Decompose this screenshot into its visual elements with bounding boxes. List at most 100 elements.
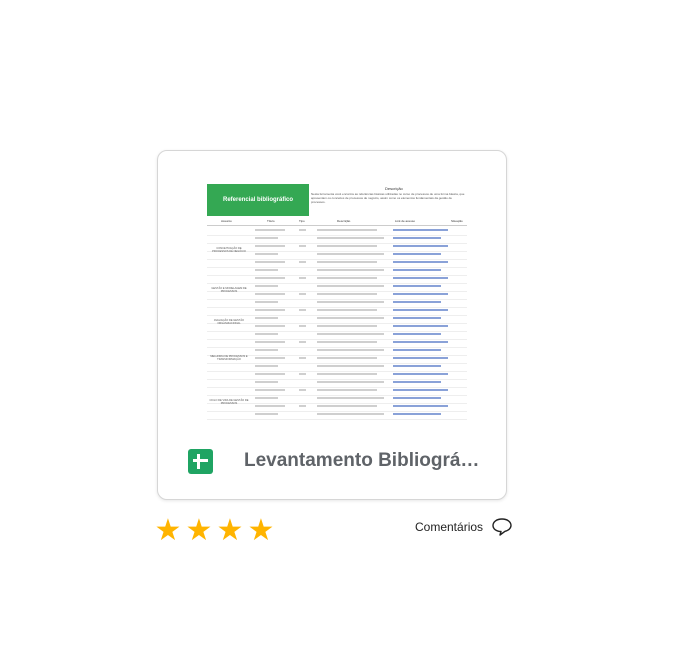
comments-label[interactable]: Comentários xyxy=(415,520,483,534)
sheet-cell-line xyxy=(393,253,441,255)
sheet-cell-line xyxy=(393,285,441,287)
sheet-cell-line xyxy=(299,357,306,359)
category-label: MELHORIA DE PROCESSOS E TRANSFORMAÇÃO xyxy=(210,355,248,361)
sheet-cell-line xyxy=(255,333,278,335)
sheet-cell-line xyxy=(393,237,441,239)
sheet-title-cell: Referencial bibliográfico xyxy=(207,184,309,216)
column-header: Assunto xyxy=(221,219,232,223)
sheet-cell-line xyxy=(299,261,306,263)
sheet-cell-line xyxy=(393,405,448,407)
star-filled-icon[interactable]: ★ xyxy=(246,516,276,546)
sheet-cell-line xyxy=(255,237,278,239)
sheet-cell-line xyxy=(255,397,278,399)
sheet-row-line xyxy=(207,371,467,380)
sheet-cell-line xyxy=(255,277,285,279)
sheet-cell-line xyxy=(393,397,441,399)
sheet-cell-line xyxy=(317,397,384,399)
sheet-cell-line xyxy=(255,269,278,271)
sheet-row-line xyxy=(207,235,467,244)
sheet-cell-line xyxy=(255,325,285,327)
sheet-cell-line xyxy=(393,293,448,295)
sheet-cell-line xyxy=(317,405,377,407)
category-label: CONCEITUAÇÃO DE PROCESSOS DE NEGÓCIO xyxy=(212,247,246,253)
sheet-cell-line xyxy=(317,301,384,303)
sheet-cell-line xyxy=(317,357,377,359)
sheet-cell-line xyxy=(255,357,285,359)
sheet-cell-line xyxy=(255,245,285,247)
star-filled-icon[interactable]: ★ xyxy=(184,516,214,546)
sheet-cell-line xyxy=(317,309,377,311)
sheet-row-line xyxy=(207,267,467,276)
comments-link[interactable]: Comentários xyxy=(415,517,513,537)
sheet-cell-line xyxy=(299,341,306,343)
column-header: Título xyxy=(267,219,275,223)
sheet-cell-line xyxy=(299,389,306,391)
sheet-cell-line xyxy=(393,317,441,319)
google-sheets-icon xyxy=(188,449,213,474)
sheet-cell-line xyxy=(255,373,285,375)
file-thumbnail[interactable]: Referencial bibliográfico Descrição Nest… xyxy=(207,184,467,422)
column-header: Situação xyxy=(451,219,463,223)
sheet-cell-line xyxy=(317,317,384,319)
sheet-cell-line xyxy=(299,245,306,247)
speech-bubble-icon[interactable] xyxy=(491,517,513,537)
file-title[interactable]: Levantamento Bibliográfico xyxy=(244,450,484,472)
sheet-cell-line xyxy=(255,285,278,287)
sheet-cell-line xyxy=(393,389,448,391)
sheet-row-line xyxy=(207,379,467,388)
sheet-row-line xyxy=(207,339,467,348)
sheet-cell-line xyxy=(317,253,384,255)
sheet-cell-line xyxy=(255,405,285,407)
sheet-cell-line xyxy=(393,309,448,311)
sheet-cell-line xyxy=(317,229,377,231)
sheet-cell-line xyxy=(393,341,448,343)
sheet-cell-line xyxy=(255,317,278,319)
sheet-cell-line xyxy=(299,229,306,231)
sheet-column-headers: Assunto Título Tipo Descrição Link de ac… xyxy=(207,219,467,226)
sheet-cell-line xyxy=(299,405,306,407)
sheet-cell-line xyxy=(255,301,278,303)
sheet-cell-line xyxy=(317,285,384,287)
sheet-cell-line xyxy=(317,333,384,335)
sheet-row-line xyxy=(207,259,467,268)
sheet-row-line xyxy=(207,387,467,396)
sheet-description: Nesta ferramenta você encontra as referê… xyxy=(311,192,465,204)
sheet-cell-line xyxy=(255,349,278,351)
sheet-row-line xyxy=(207,227,467,236)
sheet-cell-line xyxy=(299,309,306,311)
sheet-cell-line xyxy=(317,269,384,271)
sheet-row-line xyxy=(207,411,467,420)
sheet-cell-line xyxy=(317,381,384,383)
star-filled-icon[interactable]: ★ xyxy=(215,516,245,546)
card-footer: Levantamento Bibliográfico xyxy=(158,441,506,481)
category-label: GESTÃO E MODELAGEM DE PROCESSOS xyxy=(211,287,247,293)
sheet-cell-line xyxy=(317,389,377,391)
sheet-cell-line xyxy=(255,229,285,231)
sheet-cell-line xyxy=(317,261,377,263)
sheet-cell-line xyxy=(317,277,377,279)
sheet-description-heading: Descrição xyxy=(385,186,403,191)
sheet-cell-line xyxy=(393,277,448,279)
file-card[interactable]: Referencial bibliográfico Descrição Nest… xyxy=(157,150,507,500)
sheet-cell-line xyxy=(393,349,441,351)
sheet-cell-line xyxy=(393,269,441,271)
sheet-cell-line xyxy=(317,349,384,351)
sheet-cell-line xyxy=(393,381,441,383)
sheet-row-line xyxy=(207,363,467,372)
column-header: Descrição xyxy=(337,219,351,223)
sheet-row-line xyxy=(207,275,467,284)
sheet-cell-line xyxy=(317,325,377,327)
sheet-cell-line xyxy=(255,413,278,415)
sheet-cell-line xyxy=(393,357,448,359)
sheet-cell-line xyxy=(299,293,306,295)
sheet-cell-line xyxy=(317,413,384,415)
column-header: Tipo xyxy=(299,219,305,223)
sheet-cell-line xyxy=(317,341,377,343)
star-rating[interactable]: ★ ★ ★ ★ xyxy=(153,516,277,546)
sheet-cell-line xyxy=(255,293,285,295)
sheet-row-line xyxy=(207,331,467,340)
star-filled-icon[interactable]: ★ xyxy=(153,516,183,546)
sheet-cell-line xyxy=(393,325,448,327)
sheet-cell-line xyxy=(393,229,448,231)
category-label: AVALIAÇÃO DE GESTÃO ORGANIZACIONAL xyxy=(213,319,245,325)
